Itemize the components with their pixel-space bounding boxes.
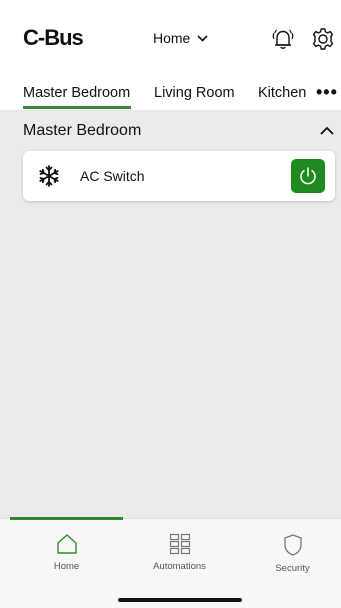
app-header: C-Bus Home <box>0 0 341 74</box>
room-tabs: Master Bedroom Living Room Kitchen ••• <box>0 74 341 111</box>
power-icon <box>300 167 316 185</box>
collapse-button[interactable] <box>319 124 335 138</box>
bell-icon <box>272 29 294 49</box>
chevron-down-icon <box>197 34 208 42</box>
power-toggle-button[interactable] <box>291 159 325 193</box>
bottom-nav: Home Automations Security <box>0 517 341 608</box>
home-selector[interactable]: Home <box>153 30 208 46</box>
cbus-logo: C-Bus <box>23 25 84 50</box>
gear-icon <box>312 28 334 50</box>
device-card[interactable]: AC Switch <box>23 151 335 201</box>
tab-living-room[interactable]: Living Room <box>154 85 235 101</box>
section-title: Master Bedroom <box>23 122 142 139</box>
home-icon <box>56 534 77 554</box>
nav-item-home[interactable]: Home <box>10 533 123 572</box>
nav-item-security[interactable]: Security <box>236 533 341 574</box>
nav-label-security: Security <box>275 563 310 574</box>
nav-label-home: Home <box>53 561 80 572</box>
home-indicator-bar <box>118 598 242 602</box>
grid-icon <box>169 533 190 555</box>
settings-button[interactable] <box>309 25 337 53</box>
tab-master-bedroom[interactable]: Master Bedroom <box>23 85 130 101</box>
shield-icon <box>283 534 302 556</box>
nav-label-automations: Automations <box>153 561 206 572</box>
snowflake-icon <box>39 165 59 187</box>
device-name: AC Switch <box>80 168 145 184</box>
app-screen: C-Bus Home Master Bedroom Living Room Ki… <box>0 0 341 608</box>
tab-kitchen[interactable]: Kitchen <box>258 85 306 101</box>
active-tab-indicator <box>23 106 131 109</box>
nav-active-indicator <box>10 517 123 520</box>
alarm-button[interactable] <box>269 25 297 53</box>
more-tabs-button[interactable]: ••• <box>316 83 338 101</box>
chevron-up-icon <box>320 126 334 135</box>
home-selector-label: Home <box>153 30 191 46</box>
nav-item-automations[interactable]: Automations <box>123 533 236 572</box>
